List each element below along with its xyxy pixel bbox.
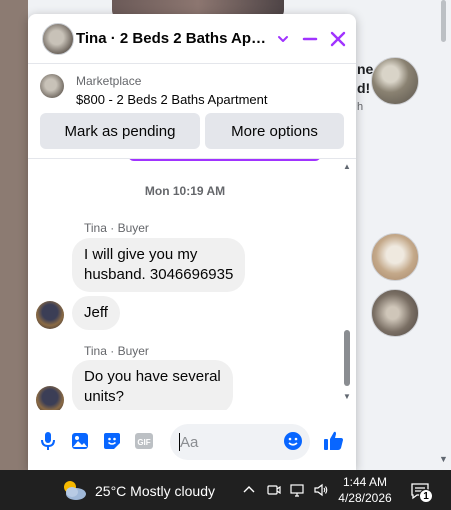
svg-text:GIF: GIF	[137, 438, 150, 447]
chat-head-avatar[interactable]	[371, 233, 419, 281]
minimize-icon[interactable]	[297, 26, 323, 52]
chevron-down-icon[interactable]	[270, 26, 296, 52]
text-cursor	[179, 433, 180, 451]
page-scrollbar-thumb[interactable]	[441, 0, 446, 42]
sender-avatar[interactable]	[36, 301, 64, 329]
clock-date: 4/28/2026	[338, 491, 392, 505]
chat-title[interactable]: Tina · 2 Beds 2 Baths Apar…	[76, 30, 274, 47]
volume-icon[interactable]	[313, 481, 329, 499]
mark-as-pending-button[interactable]: Mark as pending	[40, 113, 200, 149]
sticker-icon[interactable]	[102, 431, 122, 451]
message-scrollbar-thumb[interactable]	[344, 330, 350, 386]
thumbs-up-icon[interactable]	[322, 429, 346, 453]
clock[interactable]: 1:44 AM 4/28/2026	[334, 474, 396, 506]
page-scrollbar[interactable]: ▼	[436, 0, 451, 470]
close-icon[interactable]	[325, 26, 351, 52]
listing-thumbnail	[40, 74, 64, 98]
network-icon[interactable]	[290, 481, 306, 499]
message-scrollbar[interactable]: ▲ ▼	[340, 160, 356, 410]
emoji-icon[interactable]	[283, 431, 303, 451]
chat-window: Tina · 2 Beds 2 Baths Apar… Marketplace …	[28, 14, 356, 470]
sender-label: Tina · Buyer	[84, 221, 149, 235]
taskbar: 25°C Mostly cloudy 1:44 AM 4/28/2026 1	[0, 470, 451, 510]
image-icon[interactable]	[70, 431, 90, 451]
background-text-snippet: ne d! h	[357, 61, 374, 113]
listing-title: $800 - 2 Beds 2 Baths Apartment	[76, 92, 268, 107]
message-bubble[interactable]: Jeff	[72, 296, 120, 330]
chat-header: Tina · 2 Beds 2 Baths Apar…	[28, 14, 356, 64]
message-thread: Mon 10:19 AM Tina · Buyer I will give yo…	[28, 158, 356, 410]
message-bubble[interactable]: Do you have several units?	[72, 360, 233, 410]
marketplace-label: Marketplace	[76, 74, 142, 88]
message-bubble[interactable]: I will give you my husband. 3046696935	[72, 238, 246, 292]
previous-message-edge	[128, 159, 321, 161]
scroll-up-arrow-icon[interactable]: ▲	[343, 162, 351, 171]
scroll-down-arrow-icon[interactable]: ▼	[343, 392, 351, 401]
chat-head-avatar[interactable]	[371, 289, 419, 337]
composer: GIF	[28, 418, 356, 462]
clock-time: 1:44 AM	[342, 475, 388, 489]
microphone-icon[interactable]	[38, 431, 58, 451]
scroll-down-arrow-icon[interactable]: ▼	[439, 454, 448, 464]
meet-now-icon[interactable]	[266, 481, 282, 499]
marketplace-listing-banner[interactable]: Marketplace $800 - 2 Beds 2 Baths Apartm…	[28, 64, 356, 112]
notification-badge: 1	[419, 489, 433, 503]
weather-cloud-icon[interactable]	[60, 478, 88, 502]
gif-icon[interactable]: GIF	[134, 431, 154, 451]
sender-label: Tina · Buyer	[84, 344, 149, 358]
weather-text[interactable]: 25°C Mostly cloudy	[95, 483, 215, 499]
chat-head-avatar[interactable]	[371, 57, 419, 105]
more-options-button[interactable]: More options	[205, 113, 344, 149]
sender-avatar[interactable]	[36, 386, 64, 410]
contact-avatar[interactable]	[42, 23, 74, 55]
message-timestamp: Mon 10:19 AM	[144, 184, 226, 198]
chevron-up-icon[interactable]	[241, 481, 257, 499]
